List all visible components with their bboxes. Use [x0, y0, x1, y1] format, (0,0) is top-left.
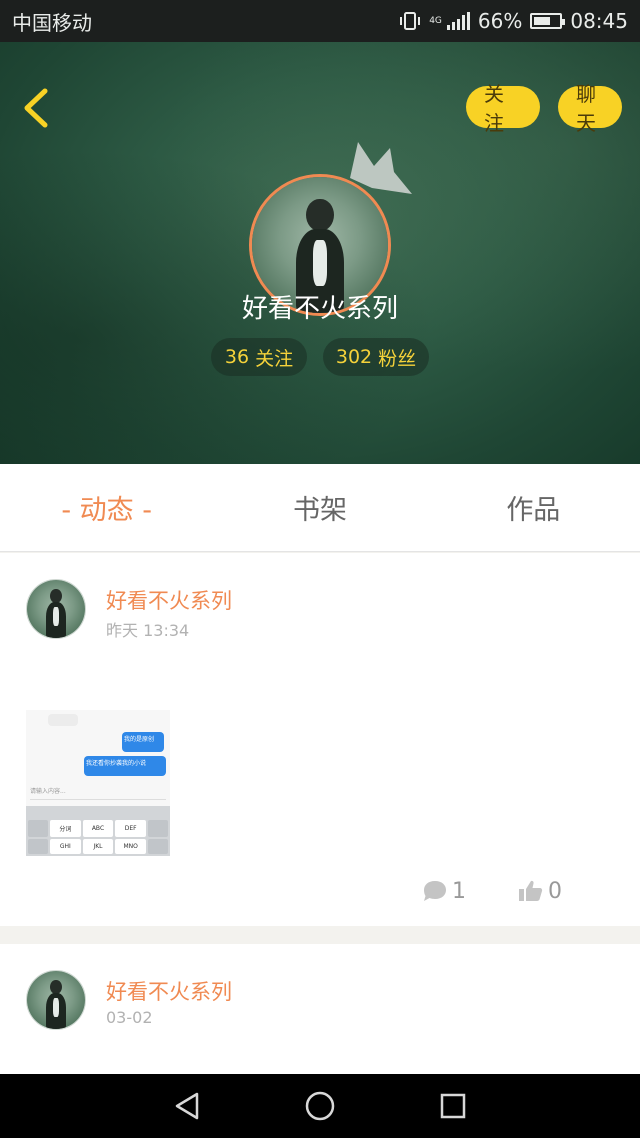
post-author-avatar[interactable]: [26, 579, 86, 639]
following-label: 关注: [255, 347, 294, 370]
like-button[interactable]: 0: [518, 871, 562, 911]
chat-button[interactable]: 聊天: [558, 82, 622, 135]
network-type: 4G: [429, 15, 442, 26]
nav-recent-button[interactable]: [433, 1086, 473, 1126]
comment-bubble-icon: [424, 881, 446, 901]
signal-icon: [446, 12, 470, 30]
profile-header: 关注 聊天 好看不火系列 36 关注 302 粉丝: [0, 42, 640, 464]
comment-button[interactable]: 1: [422, 871, 466, 911]
carrier-name: 中国移动: [12, 10, 92, 35]
triangle-back-icon: [175, 1092, 198, 1120]
vibrate-icon: [400, 12, 421, 30]
follow-button[interactable]: 关注: [466, 82, 540, 135]
chat-bubble-sent: 我的是原创: [122, 732, 164, 752]
circle-home-icon: [305, 1091, 335, 1121]
thumbs-up-icon: [519, 880, 543, 901]
status-bar: 中国移动 4G 66% 08:45: [0, 0, 640, 42]
battery-icon: [530, 13, 566, 29]
chat-input-preview: 请输入内容...: [30, 786, 166, 800]
profile-name: 好看不火系列: [241, 294, 398, 324]
nav-home-button[interactable]: [300, 1086, 340, 1126]
chevron-left-icon: [24, 88, 48, 128]
keyboard-preview: 分词 ABC DEF GHI JKL MNO: [26, 806, 170, 856]
chat-bubble-sent: 我还看你抄袭我的小说: [84, 756, 166, 776]
following-count: 36: [224, 346, 250, 368]
profile-tabs: - 动态 - 书架 作品: [0, 464, 640, 552]
square-recent-icon: [441, 1093, 466, 1119]
post-card[interactable]: 好看不火系列 03-02: [0, 944, 640, 1074]
avatar-image: [27, 971, 85, 1029]
tab-activity[interactable]: - 动态 -: [0, 464, 213, 551]
tab-bookshelf[interactable]: 书架: [213, 464, 426, 551]
comment-count: 1: [452, 878, 466, 904]
post-timestamp: 昨天 13:34: [106, 621, 190, 640]
post-author-name[interactable]: 好看不火系列: [106, 976, 232, 1006]
following-stat[interactable]: 36 关注: [211, 338, 307, 376]
battery-percent: 66%: [477, 9, 523, 33]
avatar-image: [27, 580, 85, 638]
post-timestamp: 03-02: [106, 1008, 153, 1027]
nav-back-button[interactable]: [167, 1086, 207, 1126]
post-actions: 1 0: [0, 871, 640, 911]
like-count: 0: [548, 878, 562, 904]
post-author-avatar[interactable]: [26, 970, 86, 1030]
fans-count: 302: [335, 346, 373, 368]
post-author-name[interactable]: 好看不火系列: [106, 585, 232, 615]
tab-works[interactable]: 作品: [427, 464, 640, 551]
system-nav-bar: [0, 1074, 640, 1138]
clock: 08:45: [570, 9, 628, 33]
chat-bubble-received: [48, 714, 78, 726]
status-icons: 4G 66% 08:45: [399, 9, 628, 33]
fans-label: 粉丝: [378, 347, 417, 370]
fans-stat[interactable]: 302 粉丝: [323, 338, 429, 376]
post-image[interactable]: 我的是原创 我还看你抄袭我的小说 请输入内容... 分词 ABC DEF GHI…: [26, 710, 170, 856]
back-button[interactable]: [14, 86, 58, 130]
post-card[interactable]: 好看不火系列 昨天 13:34 我的是原创 我还看你抄袭我的小说 请输入内容..…: [0, 553, 640, 926]
